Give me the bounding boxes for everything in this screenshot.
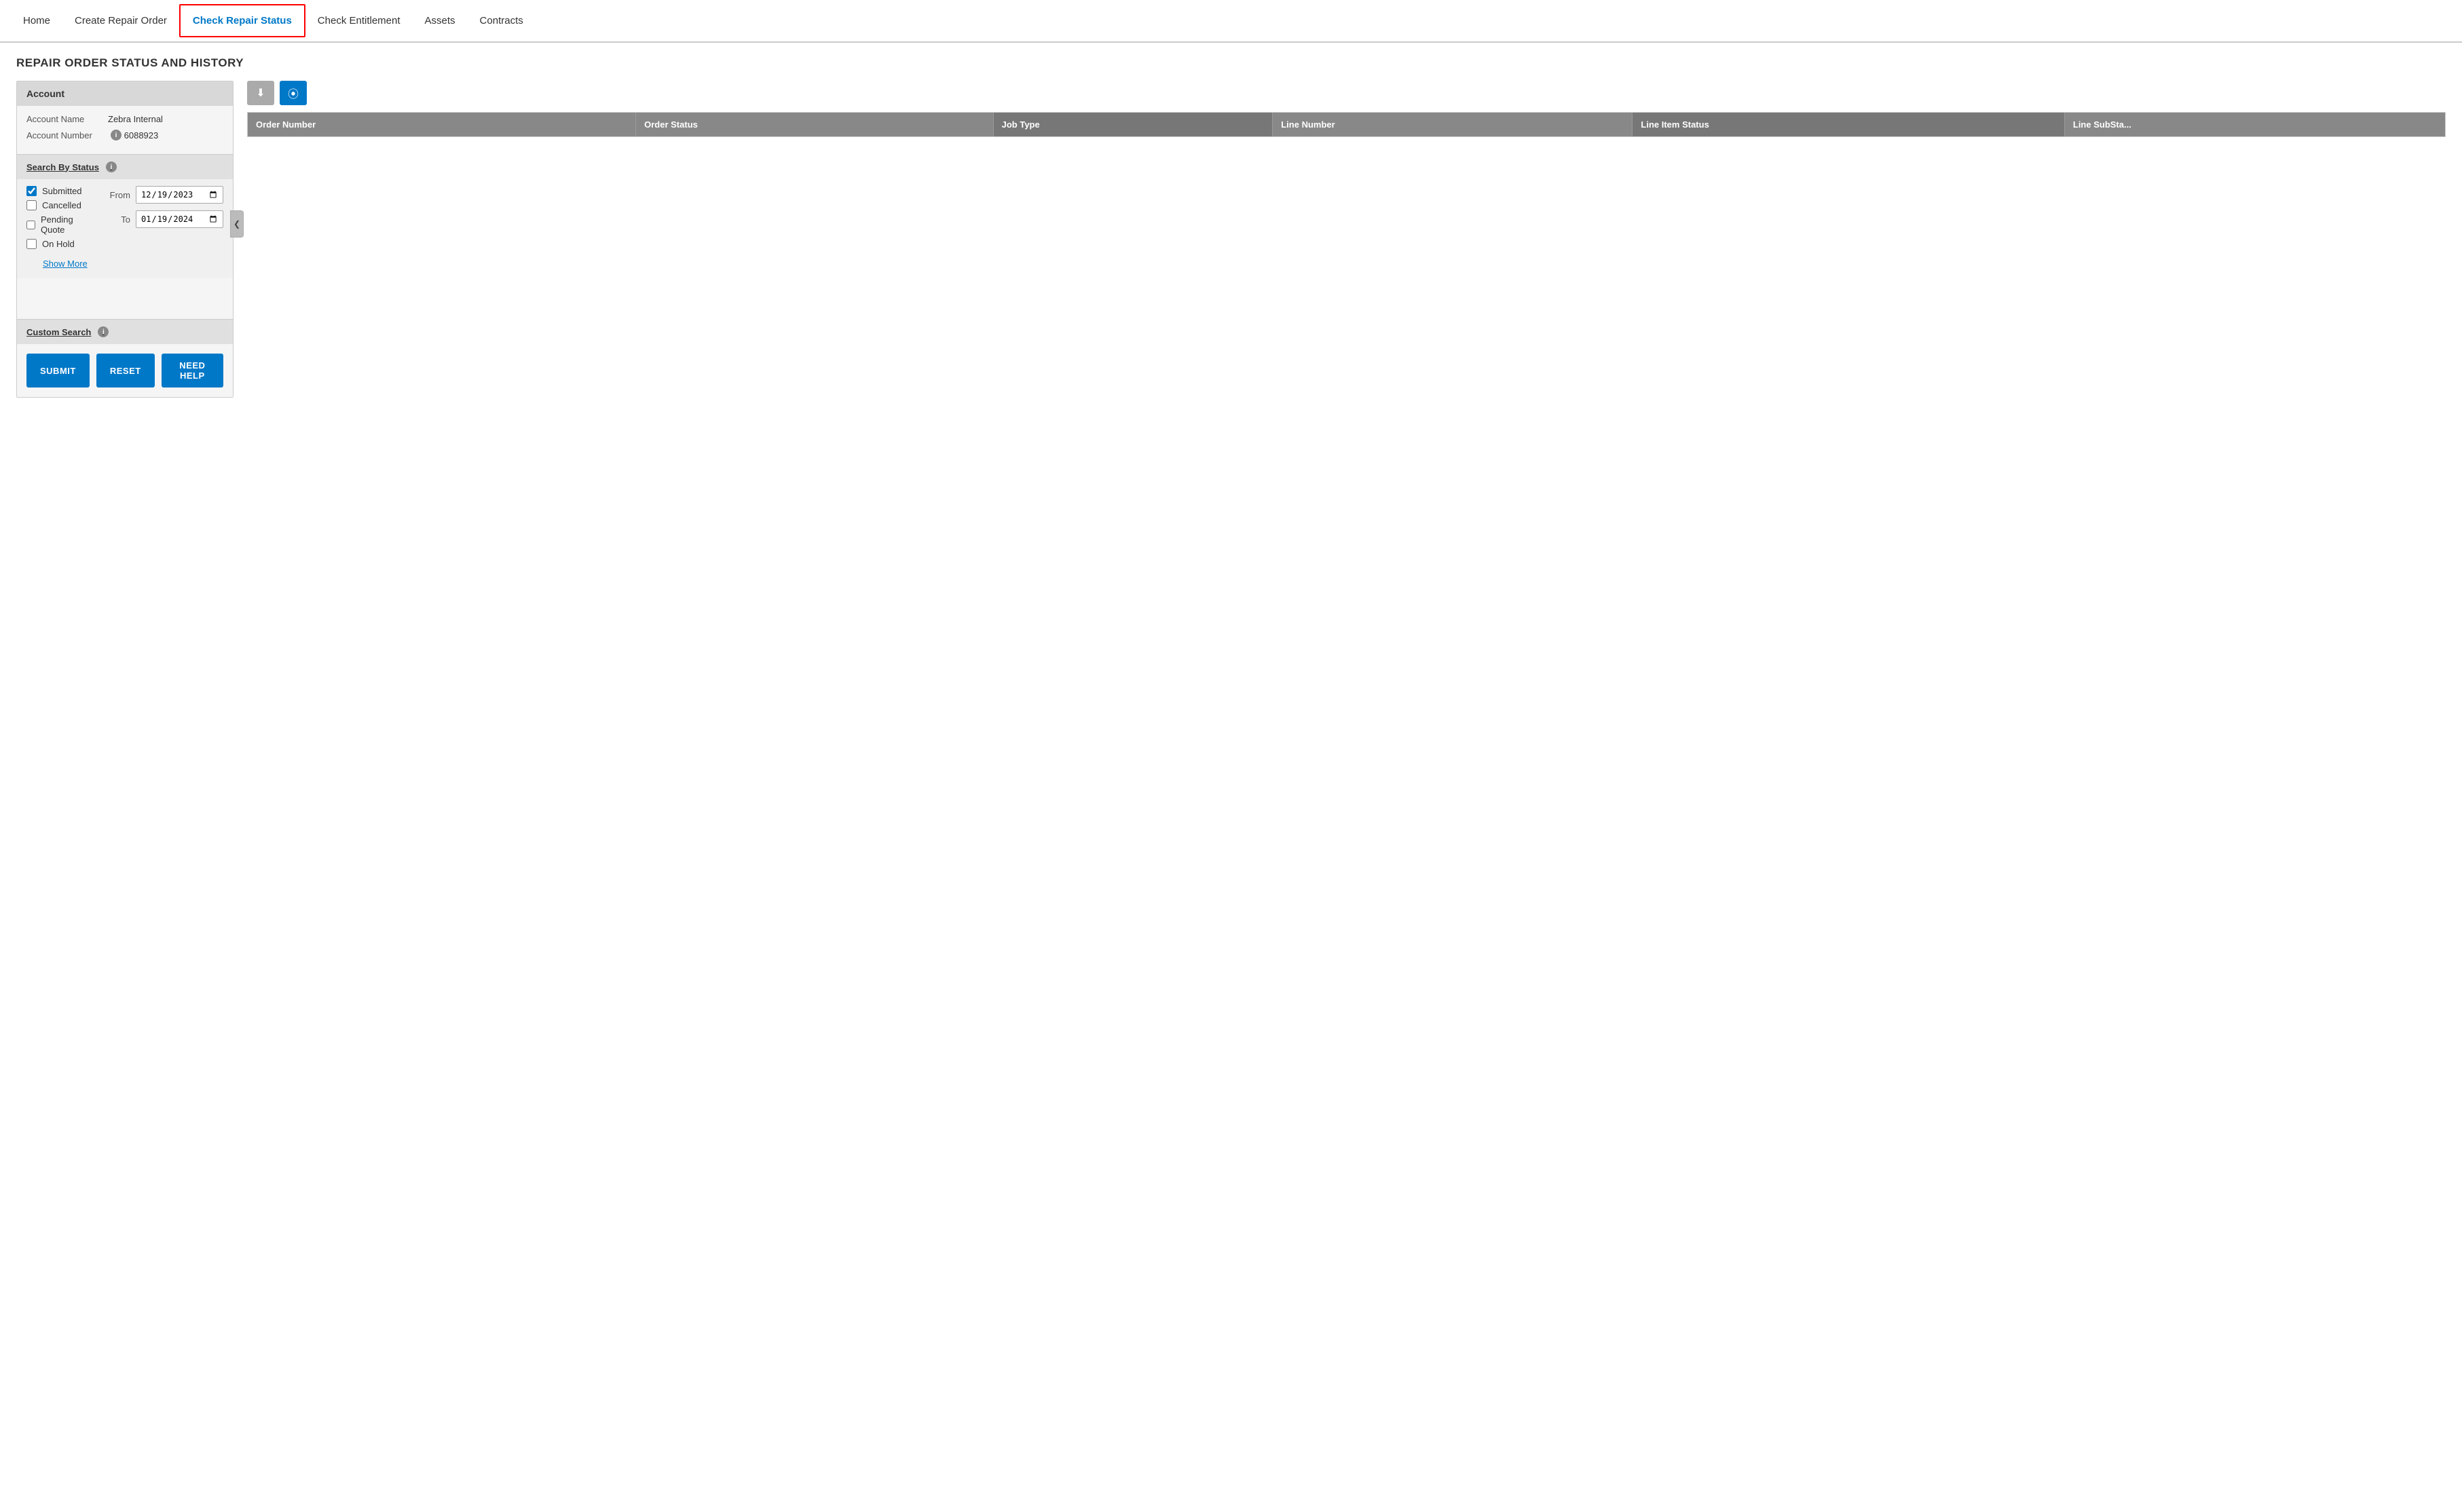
main-layout: Account Account Name Zebra Internal Acco… [16, 81, 2446, 398]
account-section-header: Account [17, 81, 233, 106]
left-panel: Account Account Name Zebra Internal Acco… [16, 81, 234, 398]
toolbar: ⬇ ⦿ [247, 81, 2446, 105]
nav-contracts[interactable]: Contracts [468, 0, 536, 41]
reset-button[interactable]: RESET [96, 354, 155, 388]
checkbox-submitted-row: Submitted [26, 186, 82, 196]
col-job-type: Job Type [993, 113, 1273, 136]
results-table: Order Number Order Status Job Type Line … [248, 113, 2445, 136]
account-number-value: 6088923 [124, 130, 159, 140]
status-checkboxes: Submitted Cancelled Pending Quote [26, 186, 91, 249]
nav-check-repair-status[interactable]: Check Repair Status [179, 4, 305, 37]
checkbox-pending-quote-label: Pending Quote [41, 214, 91, 235]
search-by-status-header[interactable]: Search By Status i [17, 154, 233, 179]
nav-assets[interactable]: Assets [413, 0, 468, 41]
checkbox-on-hold[interactable] [26, 239, 37, 249]
date-range-group: From To [106, 186, 223, 232]
account-number-info-icon[interactable]: i [111, 130, 122, 140]
download-icon: ⬇ [256, 86, 265, 100]
account-name-label: Account Name [26, 114, 108, 124]
custom-search-info-icon[interactable]: i [98, 326, 109, 337]
custom-search-header[interactable]: Custom Search i [17, 319, 233, 344]
col-order-number: Order Number [248, 113, 636, 136]
from-date-row: From [106, 186, 223, 204]
left-panel-wrapper: Account Account Name Zebra Internal Acco… [16, 81, 234, 398]
account-number-row: Account Number i 6088923 [26, 130, 223, 140]
show-more-link[interactable]: Show More [43, 259, 88, 269]
checkbox-on-hold-label: On Hold [42, 239, 75, 249]
nav-menu: Home Create Repair Order Check Repair St… [11, 0, 536, 41]
search-body: Submitted Cancelled Pending Quote [17, 179, 233, 278]
checkbox-cancelled-label: Cancelled [42, 200, 81, 210]
page-content: REPAIR ORDER STATUS AND HISTORY Account … [0, 43, 2462, 411]
checkbox-cancelled-row: Cancelled [26, 200, 81, 210]
results-table-container: Order Number Order Status Job Type Line … [247, 112, 2446, 137]
col-line-number: Line Number [1273, 113, 1633, 136]
col-order-status: Order Status [636, 113, 994, 136]
checkbox-submitted[interactable] [26, 186, 37, 196]
from-date-input[interactable] [136, 186, 223, 204]
col-line-item-status: Line Item Status [1633, 113, 2064, 136]
download-button[interactable]: ⬇ [247, 81, 274, 105]
nav-home[interactable]: Home [11, 0, 62, 41]
table-header-row: Order Number Order Status Job Type Line … [248, 113, 2445, 136]
col-line-sub-status: Line SubSta... [2064, 113, 2445, 136]
columns-icon: ⦿ [288, 85, 299, 101]
columns-button[interactable]: ⦿ [280, 81, 307, 105]
checkbox-submitted-label: Submitted [42, 186, 82, 196]
account-name-row: Account Name Zebra Internal [26, 114, 223, 124]
to-date-row: To [106, 210, 223, 228]
checkbox-pending-quote-row: Pending Quote [26, 214, 91, 235]
account-number-label: Account Number [26, 130, 108, 140]
from-date-label: From [106, 190, 130, 200]
account-body: Account Name Zebra Internal Account Numb… [17, 106, 233, 154]
to-date-label: To [106, 214, 130, 225]
to-date-input[interactable] [136, 210, 223, 228]
checkbox-pending-quote[interactable] [26, 220, 35, 230]
top-navigation: Home Create Repair Order Check Repair St… [0, 0, 2462, 43]
account-name-value: Zebra Internal [108, 114, 163, 124]
collapse-icon: ❮ [234, 219, 240, 229]
submit-button[interactable]: SUBMIT [26, 354, 90, 388]
search-by-status-info-icon[interactable]: i [106, 162, 117, 172]
search-by-status-label: Search By Status [26, 162, 99, 172]
page-title: REPAIR ORDER STATUS AND HISTORY [16, 56, 2446, 70]
need-help-button[interactable]: NEED HELP [162, 354, 223, 388]
nav-check-entitlement[interactable]: Check Entitlement [305, 0, 413, 41]
custom-search-label: Custom Search [26, 327, 91, 337]
nav-create-repair-order[interactable]: Create Repair Order [62, 0, 179, 41]
collapse-panel-button[interactable]: ❮ [230, 210, 244, 238]
action-buttons: SUBMIT RESET NEED HELP [17, 344, 233, 397]
table-header: Order Number Order Status Job Type Line … [248, 113, 2445, 136]
right-panel: ⬇ ⦿ Order Number Order Status Job Type L… [247, 81, 2446, 137]
checkbox-dates-row: Submitted Cancelled Pending Quote [26, 186, 223, 256]
checkbox-on-hold-row: On Hold [26, 239, 75, 249]
checkbox-cancelled[interactable] [26, 200, 37, 210]
